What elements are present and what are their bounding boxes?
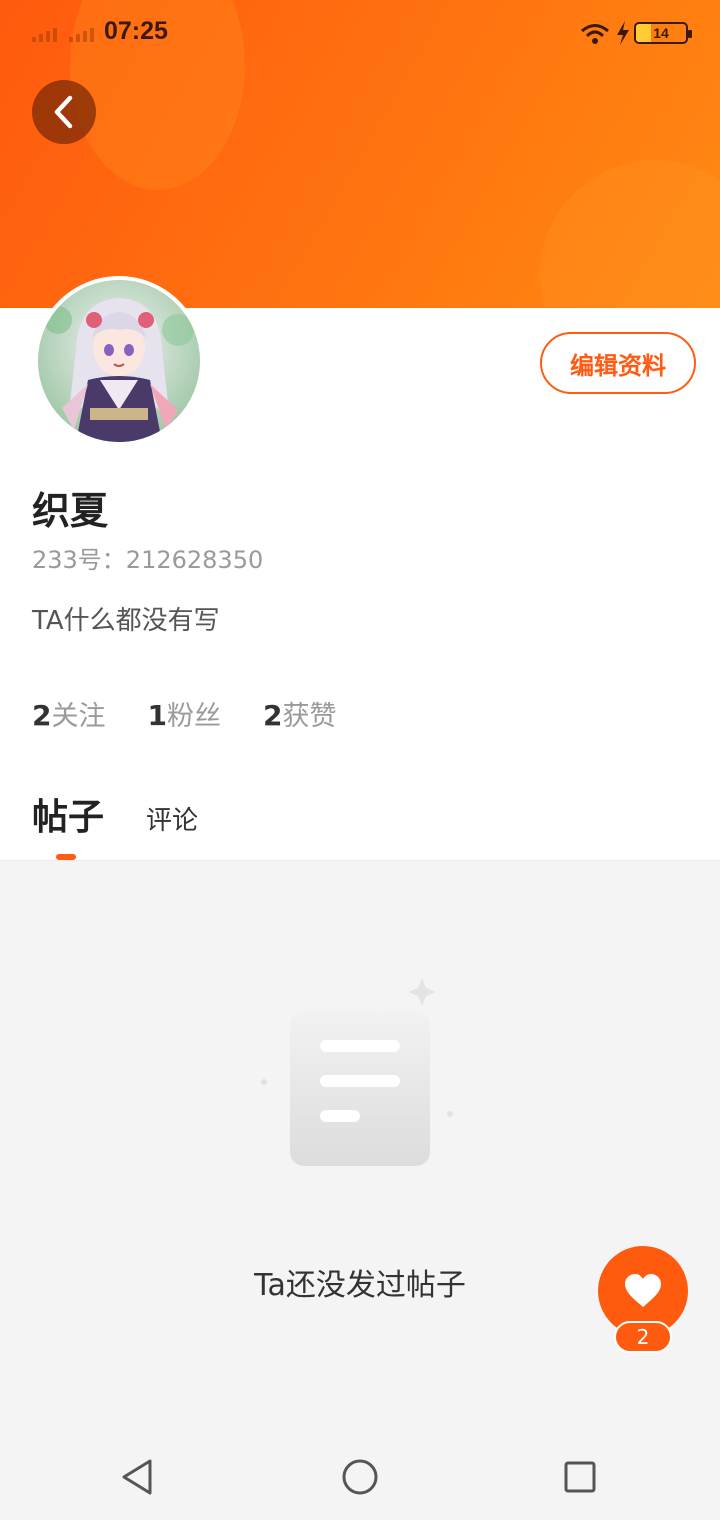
banner-decoration-circle xyxy=(540,160,720,308)
battery-level: 14 xyxy=(653,25,669,41)
profile-id: 233号：212628350 xyxy=(32,546,264,574)
stat-label: 获赞 xyxy=(282,701,337,732)
charging-icon xyxy=(617,21,629,45)
back-arrow-icon xyxy=(54,95,73,129)
stat-label: 关注 xyxy=(51,701,106,732)
nav-back-icon[interactable] xyxy=(118,1457,158,1497)
avatar[interactable] xyxy=(34,276,204,446)
document-icon xyxy=(261,978,453,1166)
system-nav-bar xyxy=(0,1435,720,1520)
tab-comments[interactable]: 评论 xyxy=(146,800,198,837)
profile-tabs: 帖子 评论 xyxy=(32,788,198,840)
avatar-image xyxy=(38,280,200,442)
battery-icon: 14 xyxy=(634,22,692,44)
stat-number: 1 xyxy=(147,699,167,732)
wifi-icon xyxy=(581,24,609,44)
signal-icon xyxy=(32,26,94,42)
heart-icon xyxy=(625,1274,661,1307)
nav-recents-icon[interactable] xyxy=(560,1457,600,1497)
profile-bio: TA什么都没有写 xyxy=(32,606,220,636)
profile-stats: 2关注 1粉丝 2获赞 xyxy=(32,694,336,733)
edit-profile-button[interactable]: 编辑资料 xyxy=(540,332,696,394)
stat-number: 2 xyxy=(262,699,283,732)
status-time: 07:25 xyxy=(104,17,168,45)
stat-likes[interactable]: 2获赞 xyxy=(263,694,336,733)
profile-name: 织夏 xyxy=(32,489,109,533)
back-button[interactable] xyxy=(32,80,96,144)
stat-following[interactable]: 2关注 xyxy=(32,694,105,733)
tab-posts[interactable]: 帖子 xyxy=(32,788,104,840)
status-bar: 07:25 14 xyxy=(0,0,720,66)
stat-number: 2 xyxy=(32,699,52,732)
like-count-badge: 2 xyxy=(614,1321,672,1353)
stat-followers[interactable]: 1粉丝 xyxy=(147,694,220,733)
nav-home-icon[interactable] xyxy=(340,1457,380,1497)
stat-label: 粉丝 xyxy=(166,701,221,732)
